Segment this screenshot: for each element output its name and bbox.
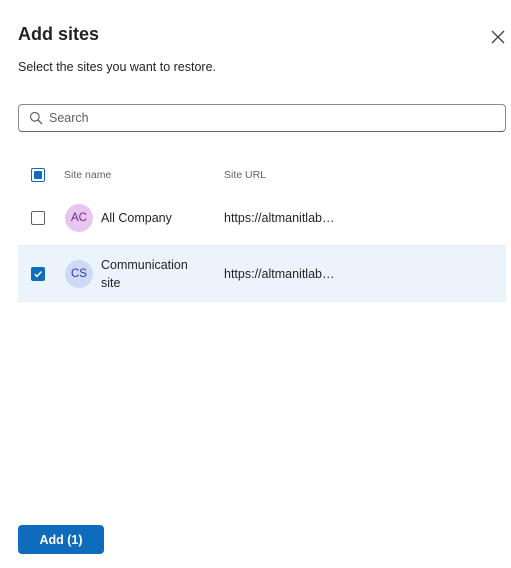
column-header-site-name[interactable]: Site name xyxy=(64,169,111,181)
dialog-title: Add sites xyxy=(18,24,100,44)
select-all-checkbox[interactable] xyxy=(31,168,45,182)
mixed-indicator xyxy=(34,171,42,179)
avatar: AC xyxy=(65,204,93,232)
table-row[interactable]: CS Communication site https://altmanitla… xyxy=(18,246,506,302)
row-checkbox[interactable] xyxy=(31,267,45,281)
search-icon xyxy=(29,111,43,125)
site-url: https://altmanitlab… xyxy=(224,267,335,281)
table-header: Site name Site URL xyxy=(18,160,506,190)
search-box[interactable] xyxy=(18,104,506,132)
avatar: CS xyxy=(65,260,93,288)
site-url: https://altmanitlab… xyxy=(224,211,335,225)
dialog-subtitle: Select the sites you want to restore. xyxy=(18,60,217,74)
close-button[interactable] xyxy=(486,25,510,49)
sites-table: Site name Site URL AC All Company https:… xyxy=(18,160,506,302)
checkmark-icon xyxy=(34,271,42,278)
column-header-site-url[interactable]: Site URL xyxy=(224,169,266,181)
add-sites-panel: Add sites Select the sites you want to r… xyxy=(0,0,511,568)
site-name: Communication site xyxy=(101,258,188,290)
add-button[interactable]: Add (1) xyxy=(18,525,104,554)
search-input[interactable] xyxy=(49,111,489,125)
table-row[interactable]: AC All Company https://altmanitlab… xyxy=(18,190,506,246)
site-name: All Company xyxy=(101,211,172,225)
close-icon xyxy=(491,30,505,44)
row-checkbox[interactable] xyxy=(31,211,45,225)
